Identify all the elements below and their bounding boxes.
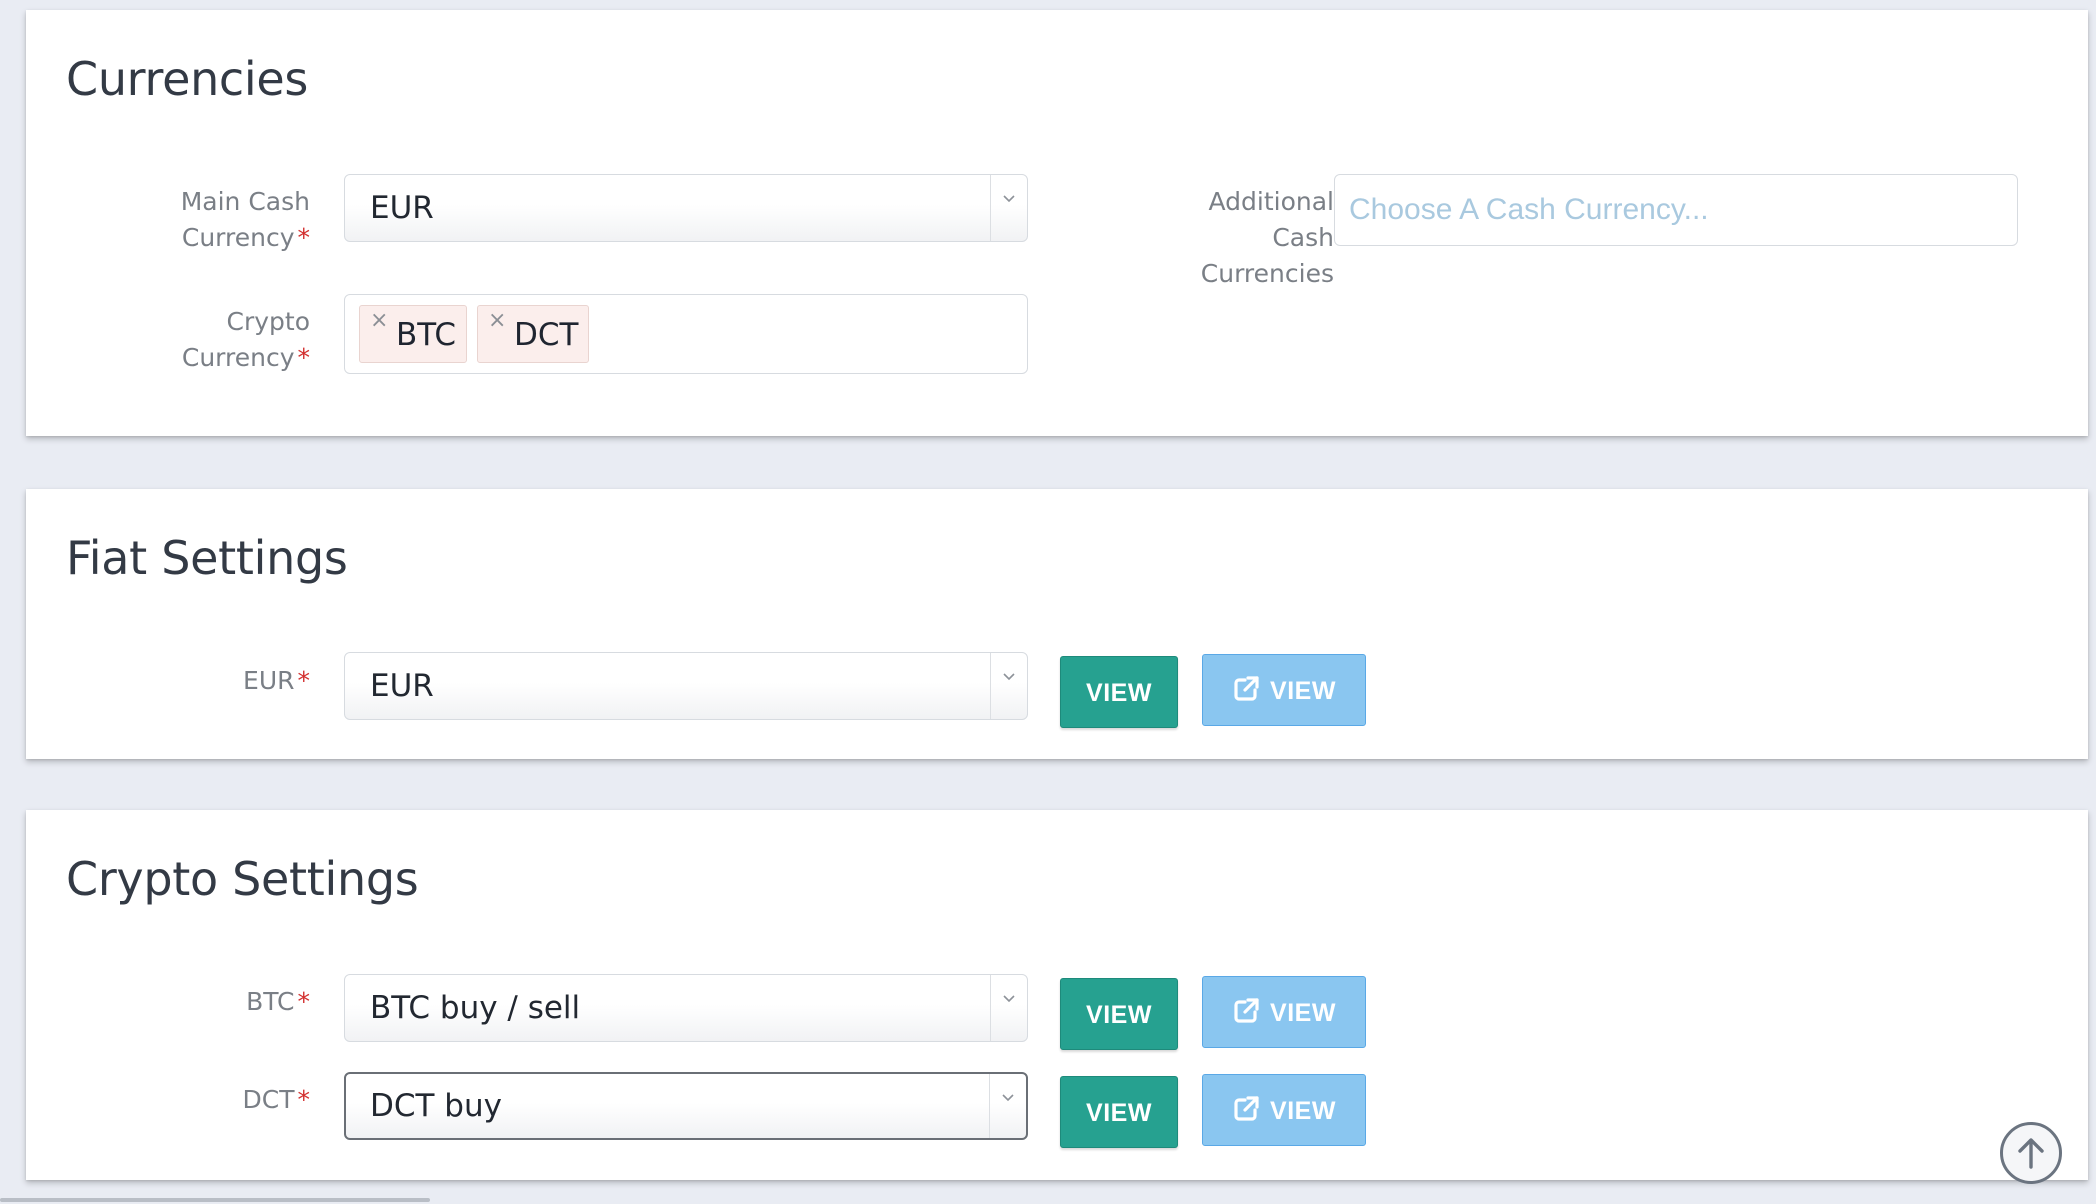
crypto-dct-value: DCT buy (370, 1088, 502, 1124)
select-divider (989, 1074, 990, 1138)
required-mark: * (297, 987, 311, 1016)
main-cash-currency-value: EUR (370, 190, 434, 226)
tag-btc: × BTC (359, 305, 468, 363)
crypto-settings-title: Crypto Settings (66, 852, 419, 906)
fiat-settings-title: Fiat Settings (66, 531, 348, 585)
fiat-eur-select[interactable]: EUR (344, 652, 1028, 720)
main-cash-currency-select[interactable]: EUR (344, 174, 1028, 242)
horizontal-scrollbar[interactable] (0, 1198, 430, 1202)
view-external-label: VIEW (1270, 677, 1336, 705)
crypto-currency-multiselect[interactable]: × BTC × DCT (344, 294, 1028, 374)
fiat-eur-label-text: EUR (243, 666, 295, 695)
fiat-eur-value: EUR (370, 668, 434, 704)
main-cash-currency-label-text: Main Cash Currency (180, 187, 310, 252)
tag-label: BTC (396, 317, 457, 353)
chevron-down-icon (1002, 1094, 1014, 1102)
crypto-dct-label-text: DCT (242, 1085, 295, 1114)
close-icon[interactable]: × (370, 292, 388, 350)
external-link-icon (1234, 1096, 1259, 1121)
crypto-currency-label: Crypto Currency * (106, 304, 310, 376)
fiat-settings-panel: Fiat Settings EUR * EUR VIEW VIEW (26, 489, 2088, 759)
crypto-dct-view-button[interactable]: VIEW (1060, 1076, 1178, 1148)
external-link-icon (1234, 676, 1259, 701)
view-external-label: VIEW (1270, 999, 1336, 1027)
tag-dct: × DCT (477, 305, 590, 363)
crypto-btc-view-external-button[interactable]: VIEW (1202, 976, 1366, 1048)
additional-cash-currencies-input[interactable]: Choose A Cash Currency... (1334, 174, 2018, 246)
chevron-down-icon (1003, 195, 1015, 203)
crypto-currency-label-text: Crypto Currency (181, 307, 310, 372)
select-divider (990, 975, 991, 1041)
required-mark: * (297, 1085, 311, 1114)
arrow-up-circle-icon (2018, 1138, 2044, 1169)
crypto-dct-view-external-button[interactable]: VIEW (1202, 1074, 1366, 1146)
fiat-eur-view-button[interactable]: VIEW (1060, 656, 1178, 728)
tag-label: DCT (514, 317, 579, 353)
crypto-dct-label: DCT * (106, 1082, 310, 1118)
currencies-title: Currencies (66, 52, 309, 106)
select-divider (990, 653, 991, 719)
crypto-settings-panel: Crypto Settings BTC * BTC buy / sell VIEW… (26, 810, 2088, 1180)
required-mark: * (297, 343, 311, 372)
crypto-btc-label-text: BTC (246, 987, 295, 1016)
main-cash-currency-label: Main Cash Currency * (106, 184, 310, 256)
scroll-to-top-button[interactable] (2000, 1122, 2062, 1184)
chevron-down-icon (1003, 995, 1015, 1003)
view-external-label: VIEW (1270, 1097, 1336, 1125)
select-divider (990, 175, 991, 241)
crypto-btc-view-button[interactable]: VIEW (1060, 978, 1178, 1050)
external-link-icon (1234, 998, 1259, 1023)
currencies-panel: Currencies Main Cash Currency * EUR Crypt… (26, 10, 2088, 436)
crypto-btc-label: BTC * (106, 984, 310, 1020)
fiat-eur-view-external-button[interactable]: VIEW (1202, 654, 1366, 726)
crypto-dct-select[interactable]: DCT buy (344, 1072, 1028, 1140)
required-mark: * (297, 223, 311, 252)
crypto-btc-select[interactable]: BTC buy / sell (344, 974, 1028, 1042)
fiat-eur-label: EUR * (106, 663, 310, 699)
additional-cash-currencies-label: Additional Cash Currencies (1200, 187, 1334, 288)
chevron-down-icon (1003, 673, 1015, 681)
crypto-btc-value: BTC buy / sell (370, 990, 581, 1026)
required-mark: * (297, 666, 311, 695)
close-icon[interactable]: × (488, 292, 506, 350)
